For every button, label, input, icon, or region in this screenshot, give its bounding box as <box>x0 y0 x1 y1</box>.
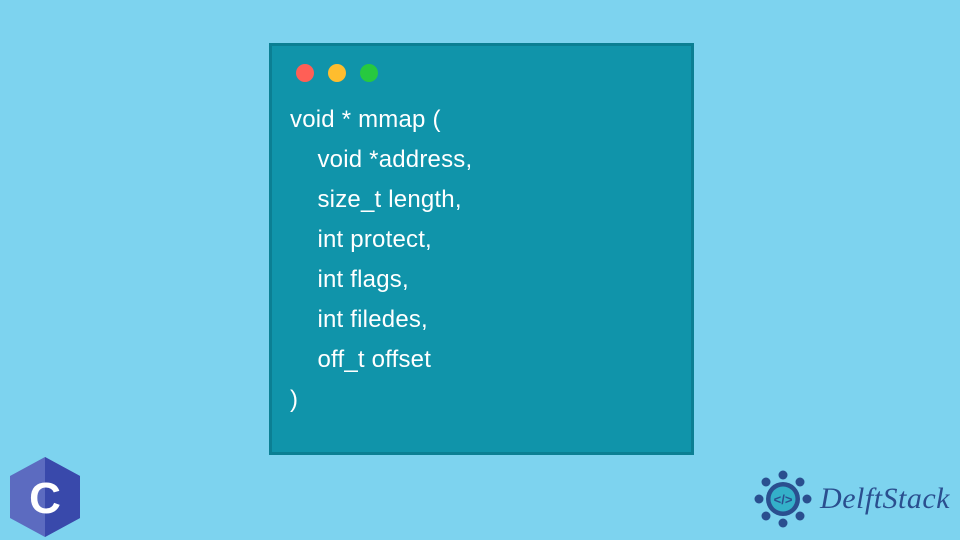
minimize-icon <box>328 64 346 82</box>
code-line: int filedes, <box>290 306 428 333</box>
delftstack-icon: </> <box>752 468 814 530</box>
code-line: void * mmap ( <box>290 106 441 133</box>
code-line: void *address, <box>290 146 472 173</box>
maximize-icon <box>360 64 378 82</box>
c-language-icon: C <box>8 456 82 538</box>
svg-text:</>: </> <box>774 492 793 507</box>
brand-name: DelftStack <box>820 482 950 516</box>
code-block: void * mmap ( void *address, size_t leng… <box>272 82 691 420</box>
svg-text:C: C <box>29 474 61 523</box>
code-line: int protect, <box>290 226 432 253</box>
window-titlebar <box>272 46 691 82</box>
code-line: size_t length, <box>290 186 462 213</box>
code-line: int flags, <box>290 266 409 293</box>
close-icon <box>296 64 314 82</box>
code-window: void * mmap ( void *address, size_t leng… <box>269 43 694 455</box>
code-line: off_t offset <box>290 346 431 373</box>
code-line: ) <box>290 386 298 413</box>
brand-logo: </> DelftStack <box>752 468 950 530</box>
